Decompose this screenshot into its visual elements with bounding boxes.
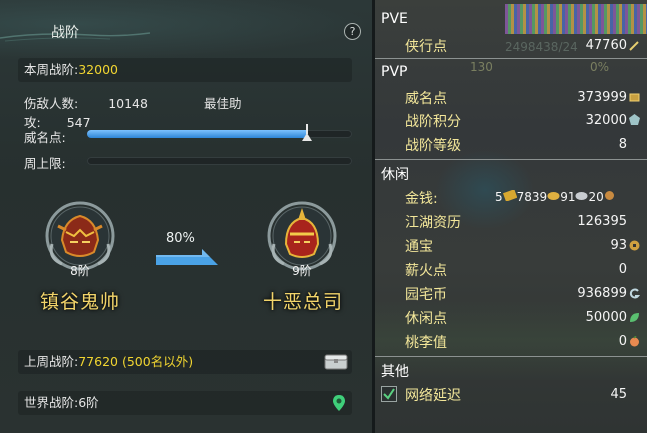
brush-icon bbox=[629, 41, 639, 51]
weekly-cap-label: 周上限: bbox=[24, 156, 66, 171]
current-rank-tier: 8阶 bbox=[70, 264, 90, 278]
network-latency-checkbox[interactable] bbox=[381, 386, 397, 402]
currency-panel: 2498438/24 130 0% PVE 侠行点 47760 PVP 威名点 … bbox=[372, 0, 647, 433]
money-label: 金钱: bbox=[405, 191, 438, 207]
panel-title: 战阶 bbox=[51, 25, 79, 41]
leisure-item-jianghu-label: 江湖资历 bbox=[405, 215, 461, 231]
injured-stat: 伤敌人数: 10148 bbox=[24, 96, 174, 111]
world-rank-value: 6阶 bbox=[78, 395, 99, 410]
fame-token-icon bbox=[629, 93, 640, 102]
pvp-fame-value: 373999 bbox=[577, 90, 627, 105]
pve-item-value: 47760 bbox=[585, 38, 627, 53]
battle-rank-panel: 战阶 ? 本周战阶:32000 伤敌人数: 10148 最佳助攻: 547 威名点… bbox=[0, 0, 372, 433]
current-rank-name: 镇谷鬼帅 bbox=[39, 291, 120, 313]
assist-value: 547 bbox=[66, 115, 91, 130]
help-button[interactable]: ? bbox=[344, 23, 361, 40]
peach-icon bbox=[630, 336, 639, 347]
chest-icon[interactable] bbox=[324, 354, 348, 370]
fame-progress-bar bbox=[87, 124, 352, 141]
last-week-value: 77620 (500名以外) bbox=[78, 354, 194, 369]
leisure-item-yuanzhai-label: 园宅币 bbox=[405, 287, 447, 303]
background-scene-strip bbox=[505, 4, 647, 34]
next-rank-tier: 9阶 bbox=[292, 264, 312, 278]
fame-progress-fill bbox=[87, 130, 307, 138]
leisure-item-taoli-value: 0 bbox=[618, 334, 627, 349]
silver-coin-icon bbox=[575, 192, 588, 200]
week-rank-row: 本周战阶:32000 bbox=[18, 58, 352, 82]
section-pvp-title: PVP bbox=[381, 64, 408, 80]
leisure-item-taoli-label: 桃李值 bbox=[405, 335, 447, 351]
injured-value: 10148 bbox=[108, 96, 148, 111]
leisure-item-xinhuo-label: 薪火点 bbox=[405, 263, 447, 279]
leisure-item-tongbao-value: 93 bbox=[610, 238, 627, 253]
pve-item-label: 侠行点 bbox=[405, 39, 447, 55]
copper-coin-icon bbox=[604, 191, 614, 200]
pvp-rank-level-label: 战阶等级 bbox=[405, 138, 461, 154]
section-pve-title: PVE bbox=[381, 11, 408, 27]
leisure-item-yuanzhai-value: 936899 bbox=[577, 286, 627, 301]
background-text-2: 130 bbox=[470, 60, 493, 74]
location-pin-icon[interactable] bbox=[332, 394, 346, 412]
last-week-label: 上周战阶: bbox=[24, 354, 79, 369]
rank-progress-percent: 80% bbox=[166, 231, 195, 246]
network-latency-value: 45 bbox=[610, 387, 627, 402]
next-rank-name: 十恶总司 bbox=[262, 291, 343, 313]
section-divider bbox=[375, 356, 647, 357]
section-other-title: 其他 bbox=[381, 364, 409, 380]
world-rank-row: 世界战阶:6阶 bbox=[18, 391, 352, 415]
tongbao-coin-icon bbox=[629, 240, 640, 251]
network-latency-label: 网络延迟 bbox=[405, 388, 461, 404]
leisure-item-xiuxian-label: 休闲点 bbox=[405, 311, 447, 327]
leisure-item-xiuxian-value: 50000 bbox=[585, 310, 627, 325]
world-rank-label: 世界战阶: bbox=[24, 395, 79, 410]
leisure-item-xinhuo-value: 0 bbox=[618, 262, 627, 277]
leisure-item-jianghu-value: 126395 bbox=[577, 214, 627, 229]
gold-coin-icon bbox=[547, 192, 560, 200]
gold-ingot-value: 5 bbox=[495, 190, 503, 204]
fame-label: 威名点: bbox=[24, 130, 66, 145]
pvp-rank-points-value: 32000 bbox=[585, 113, 627, 128]
silver-value: 91 bbox=[560, 190, 576, 204]
section-divider bbox=[375, 159, 647, 160]
copper-value: 20 bbox=[588, 190, 604, 204]
background-text-3: 0% bbox=[590, 60, 610, 74]
pvp-rank-points-label: 战阶积分 bbox=[405, 114, 461, 130]
week-rank-value: 32000 bbox=[78, 62, 118, 77]
money-values: 5 7839 91 20 bbox=[495, 189, 615, 204]
gold-value: 7839 bbox=[516, 190, 548, 204]
pvp-rank-level-value: 8 bbox=[618, 137, 627, 152]
last-week-rank-row: 上周战阶:77620 (500名以外) bbox=[18, 350, 352, 374]
gold-ingot-icon bbox=[502, 189, 517, 202]
section-leisure-title: 休闲 bbox=[381, 167, 409, 183]
weekly-cap-progress-bar bbox=[87, 157, 352, 165]
pvp-fame-label: 威名点 bbox=[405, 91, 447, 107]
section-divider bbox=[375, 58, 647, 59]
injured-label: 伤敌人数: bbox=[24, 96, 79, 111]
rank-badge-icon bbox=[629, 114, 640, 125]
garden-coin-icon bbox=[629, 288, 640, 299]
leisure-item-tongbao-label: 通宝 bbox=[405, 239, 433, 255]
arrow-right-icon bbox=[156, 249, 218, 265]
week-rank-label: 本周战阶: bbox=[24, 62, 79, 77]
leaf-icon bbox=[630, 313, 639, 322]
fame-marker-icon bbox=[301, 124, 312, 141]
